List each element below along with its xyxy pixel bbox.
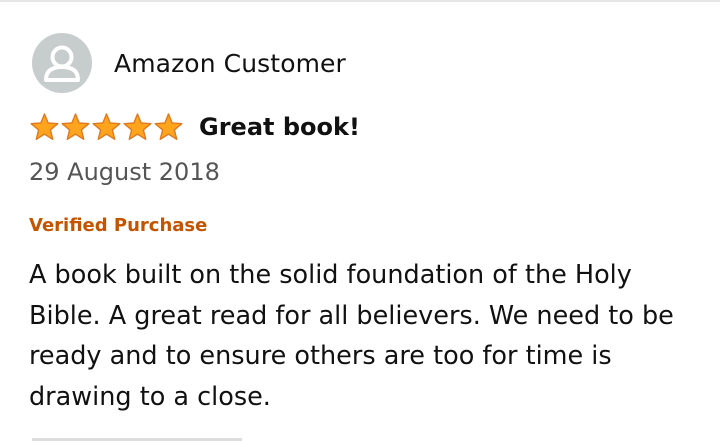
review-body: A book built on the solid foundation of … bbox=[29, 260, 674, 412]
customer-review: Amazon Customer Great book! 29 August 20… bbox=[0, 0, 720, 441]
star-icon bbox=[154, 113, 183, 141]
review-date: 29 August 2018 bbox=[29, 158, 220, 186]
review-title[interactable]: Great book! bbox=[199, 113, 360, 141]
reviewer-profile[interactable]: Amazon Customer bbox=[32, 33, 346, 93]
star-icon bbox=[30, 113, 59, 141]
rating-row: Great book! bbox=[29, 108, 360, 146]
reviewer-name[interactable]: Amazon Customer bbox=[114, 49, 346, 78]
star-icon bbox=[92, 113, 121, 141]
verified-purchase-badge: Verified Purchase bbox=[29, 215, 208, 236]
avatar[interactable] bbox=[32, 33, 92, 93]
star-icon bbox=[123, 113, 152, 141]
star-rating[interactable] bbox=[29, 112, 184, 142]
person-icon bbox=[44, 45, 80, 82]
star-icon bbox=[61, 113, 90, 141]
